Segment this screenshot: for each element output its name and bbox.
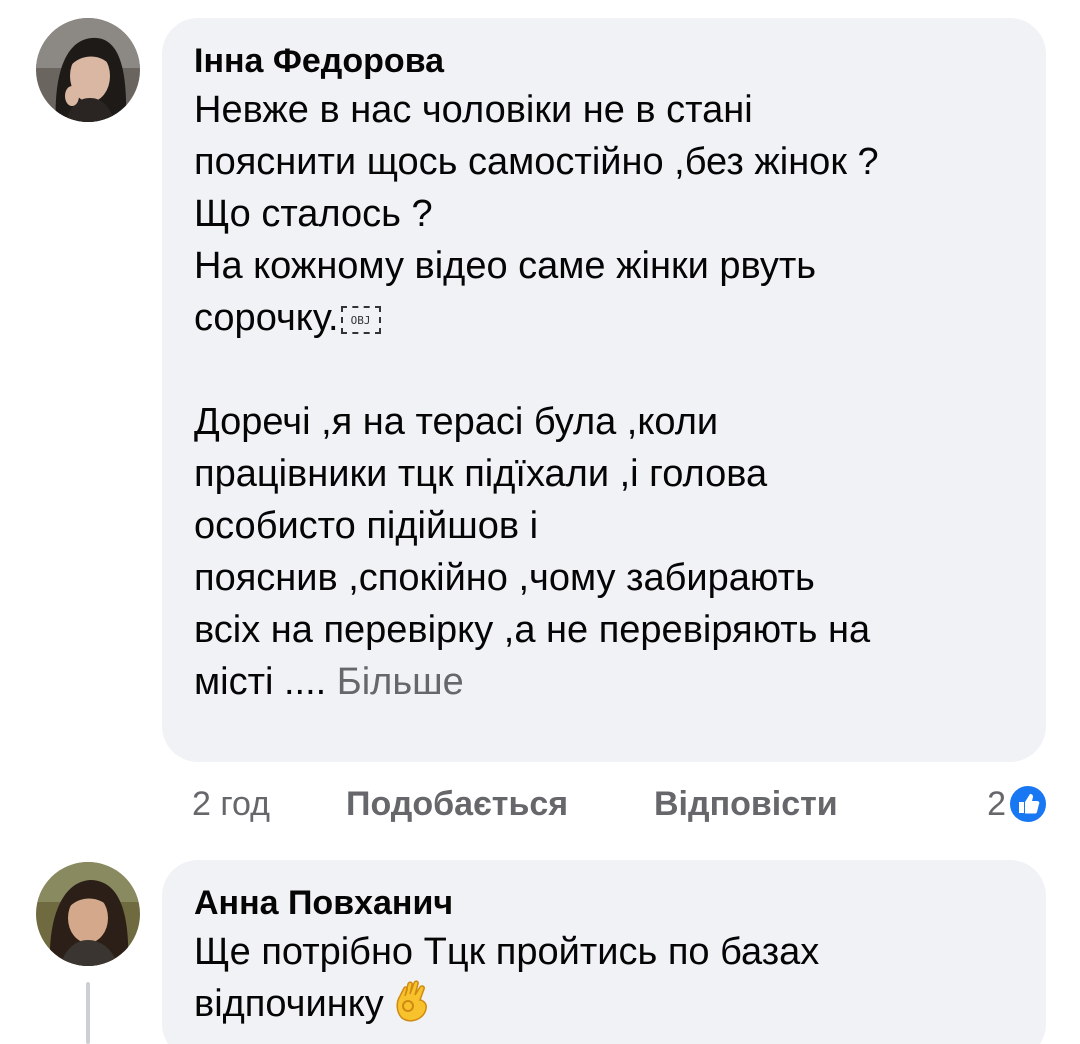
comment-timestamp[interactable]: 2 год bbox=[192, 780, 270, 828]
comment-text-line: пояснив ,спокійно ,чому забирають bbox=[194, 557, 815, 599]
reaction-summary[interactable]: 2 bbox=[987, 780, 1048, 828]
comment-text-line: всіх на перевірку ,а не перевіряють на bbox=[194, 609, 871, 651]
comment-text-line: відпочинку bbox=[194, 978, 1012, 1036]
comment-text-line: працівники тцк підїхали ,і голова bbox=[194, 453, 768, 495]
avatar[interactable] bbox=[36, 862, 140, 966]
like-icon bbox=[1008, 784, 1048, 824]
object-replacement-icon: OBJ bbox=[340, 306, 381, 334]
comment-bubble: Інна Федорова Невже в нас чоловіки не в … bbox=[162, 18, 1046, 762]
comment-text-line: На кожному відео саме жінки рвуть bbox=[194, 245, 817, 287]
avatar-photo-icon bbox=[36, 862, 140, 966]
like-button[interactable]: Подобається bbox=[346, 780, 568, 828]
reaction-count: 2 bbox=[987, 785, 1006, 823]
comment-text-fragment: сорочку. bbox=[194, 297, 339, 339]
comment-text-line: Доречі ,я на терасі була ,коли bbox=[194, 401, 719, 443]
comment-text-fragment: відпочинку bbox=[194, 983, 384, 1025]
comment-text-line: пояснити щось самостійно ,без жінок ? bbox=[194, 141, 879, 183]
comment-author[interactable]: Інна Федорова bbox=[194, 40, 1012, 82]
comment-text-fragment: місті .... bbox=[194, 661, 327, 703]
comment-text-line: Ще потрібно Тцк пройтись по базах bbox=[194, 931, 820, 973]
comment-text-line: сорочку. OBJ bbox=[194, 292, 1012, 344]
comment-text-line: місті .... Більше bbox=[194, 656, 1012, 708]
comment-text-line: Що сталось ? bbox=[194, 193, 433, 235]
comment-text-line: особисто підійшов і bbox=[194, 505, 539, 547]
see-more-link[interactable]: Більше bbox=[337, 661, 464, 703]
ok-hand-emoji-icon bbox=[394, 978, 432, 1036]
avatar-photo-icon bbox=[36, 18, 140, 122]
comments-thread: Інна Федорова Невже в нас чоловіки не в … bbox=[0, 0, 1080, 1044]
comment-actions: 2 год Подобається Відповісти 2 bbox=[192, 780, 1048, 828]
comment-text-line: Невже в нас чоловіки не в стані bbox=[194, 89, 753, 131]
reply-button[interactable]: Відповісти bbox=[654, 780, 838, 828]
comment-bubble: Анна Повханич Ще потрібно Тцк пройтись п… bbox=[162, 860, 1046, 1044]
thread-connector bbox=[86, 982, 90, 1044]
avatar[interactable] bbox=[36, 18, 140, 122]
comment-author[interactable]: Анна Повханич bbox=[194, 882, 1012, 924]
